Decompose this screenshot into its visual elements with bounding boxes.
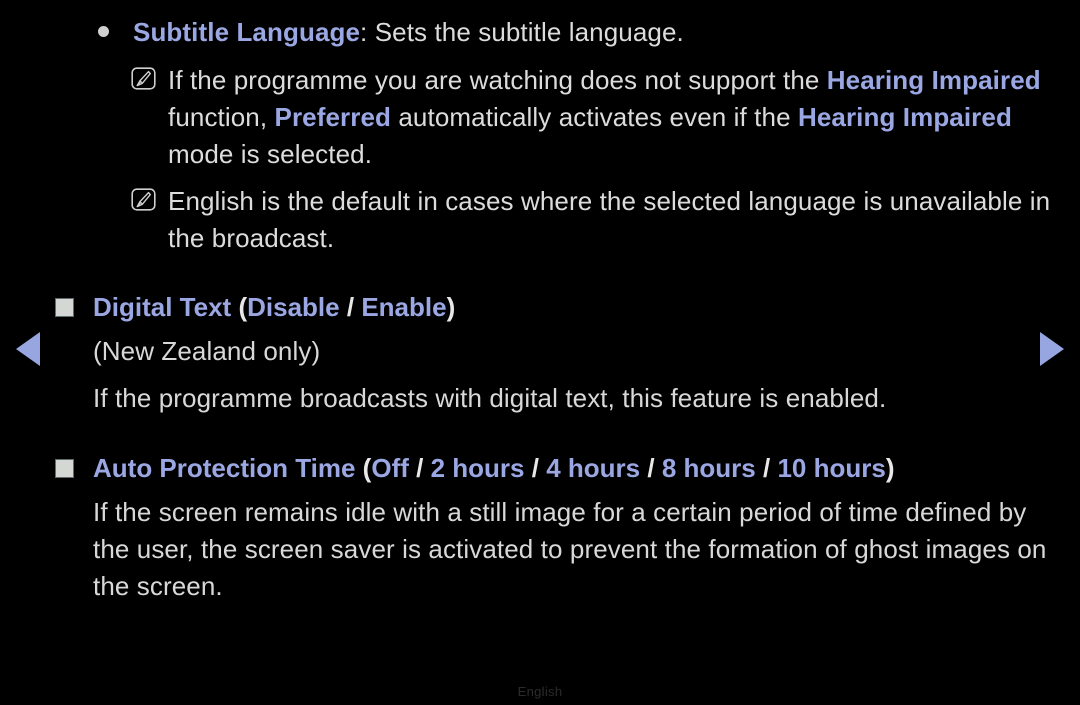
auto-protection-body-line: the screen. xyxy=(93,571,223,601)
bullet-dot-icon xyxy=(98,26,109,37)
subtitle-language-line: Subtitle Language: Sets the subtitle lan… xyxy=(0,14,1080,51)
auto-protection-option-8-hours[interactable]: 8 hours xyxy=(662,453,756,483)
digital-text-body-line: If the programme broadcasts with digital… xyxy=(93,383,887,413)
note-pen-icon xyxy=(131,67,156,90)
auto-protection-option-off[interactable]: Off xyxy=(371,453,409,483)
digital-text-option[interactable]: Enable xyxy=(361,292,446,322)
subtitle-language-description: Sets the subtitle language. xyxy=(367,17,684,47)
digital-text-title: Digital Text xyxy=(93,292,232,322)
footer-language-label: English xyxy=(517,684,563,699)
note-text: function, xyxy=(168,102,275,132)
note-text: English is the default in cases where th… xyxy=(168,186,1051,216)
auto-protection-option-10-hours[interactable]: 10 hours xyxy=(777,453,885,483)
note-text: If the programme you are watching does n… xyxy=(168,65,827,95)
auto-protection-time-section: Auto Protection Time (Off / 2 hours / 4 … xyxy=(0,450,1080,605)
auto-protection-option-4-hours[interactable]: 4 hours xyxy=(546,453,640,483)
auto-protection-time-title: Auto Protection Time xyxy=(93,453,356,483)
note-pen-icon xyxy=(131,188,156,211)
digital-text-section: Digital Text (Disable / Enable) (New Zea… xyxy=(0,289,1080,417)
note-line: mode is selected. xyxy=(0,136,1080,173)
bullet-square-icon xyxy=(55,298,74,317)
note-text: mode is selected. xyxy=(168,139,373,169)
option-separator: / xyxy=(647,453,655,483)
paren-close: ) xyxy=(885,453,895,483)
paren-close: ) xyxy=(446,292,456,322)
e-manual-page: Subtitle Language: Sets the subtitle lan… xyxy=(0,0,1080,705)
note-line: function, Preferred automatically activa… xyxy=(0,99,1080,136)
auto-protection-option-2-hours[interactable]: 2 hours xyxy=(431,453,525,483)
subtitle-language-entry: Subtitle Language: Sets the subtitle lan… xyxy=(0,14,1080,51)
subtitle-language-term: Subtitle Language xyxy=(133,17,361,47)
auto-protection-body-line: If the screen remains idle with a still … xyxy=(93,497,1027,527)
note-keyword-hearing-impaired: Hearing Impaired xyxy=(797,102,1012,132)
auto-protection-time-heading: Auto Protection Time (Off / 2 hours / 4 … xyxy=(0,450,1080,487)
auto-protection-body-line: the user, the screen saver is activated … xyxy=(93,534,1047,564)
note-line: the broadcast. xyxy=(0,220,1080,257)
paren-open: ( xyxy=(238,292,248,322)
digital-text-heading: Digital Text (Disable / Enable) xyxy=(0,289,1080,326)
digital-text-option[interactable]: Disable xyxy=(247,292,340,322)
note-text: automatically activates even if the xyxy=(391,102,798,132)
note-text: the broadcast. xyxy=(168,223,335,253)
note-keyword-preferred: Preferred xyxy=(274,102,392,132)
note-line: If the programme you are watching does n… xyxy=(0,62,1080,99)
bullet-square-icon xyxy=(55,459,74,478)
option-separator: / xyxy=(531,453,539,483)
option-separator: / xyxy=(346,292,355,322)
note-block-hearing-impaired: If the programme you are watching does n… xyxy=(0,62,1080,173)
note-block-default-language: English is the default in cases where th… xyxy=(0,183,1080,257)
digital-text-subnote: (New Zealand only) xyxy=(93,336,321,366)
note-line: English is the default in cases where th… xyxy=(0,183,1080,220)
note-keyword-hearing-impaired: Hearing Impaired xyxy=(826,65,1041,95)
